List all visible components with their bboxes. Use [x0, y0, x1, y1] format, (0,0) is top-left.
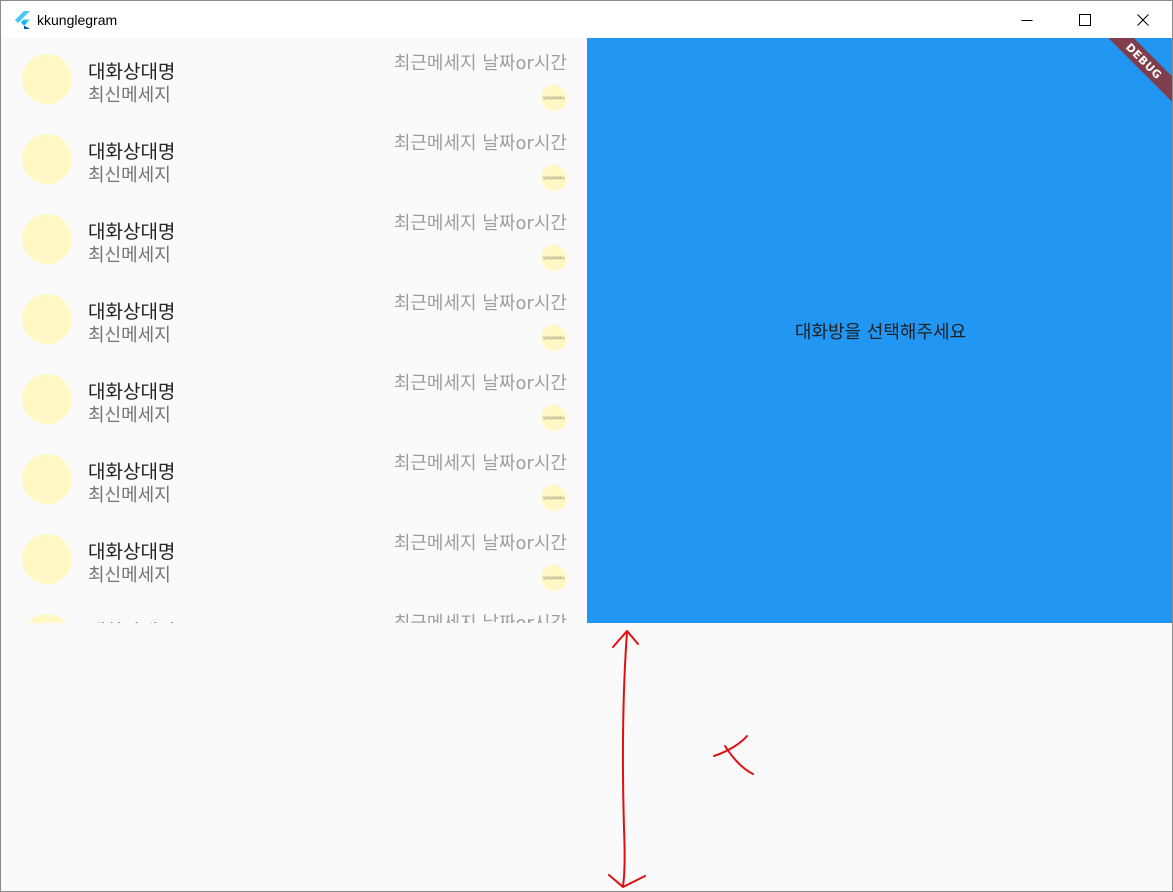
last-message: 최신메세지: [88, 165, 171, 186]
last-message-time: 최근메세지 날짜or시간: [393, 293, 567, 314]
unread-count-badge: 읽지않은메세지수: [541, 245, 567, 271]
window-controls: [998, 1, 1172, 38]
chat-list[interactable]: 대화상대명 최신메세지 최근메세지 날짜or시간 읽지않은메세지수 대화상대명 최신메세지…: [1, 38, 587, 623]
last-message-time: 최근메세지 날짜or시간: [393, 453, 567, 474]
avatar: [22, 614, 72, 623]
minimize-icon: [1021, 19, 1033, 21]
flutter-logo-icon: [15, 10, 30, 29]
unread-count-label: 읽지않은메세지수: [542, 96, 566, 100]
last-message: 최신메세지: [88, 325, 171, 346]
contact-name: 대화상대명: [88, 301, 176, 323]
chat-list-item[interactable]: 대화상대명최신메세지 최근메세지 날짜or시간읽지않은메세지수: [1, 518, 587, 598]
last-message-time: 최근메세지 날짜or시간: [393, 133, 567, 154]
maximize-button[interactable]: [1056, 1, 1114, 38]
avatar: [22, 374, 72, 424]
unread-count-badge: 읽지않은메세지수: [541, 165, 567, 191]
last-message: 최신메세지: [88, 245, 171, 266]
last-message-time: 최근메세지 날짜or시간: [393, 213, 567, 234]
chat-list-item[interactable]: 대화상대명최신메세지 최근메세지 날짜or시간읽지않은메세지수: [1, 438, 587, 518]
unread-count-label: 읽지않은메세지수: [542, 416, 566, 420]
contact-name: 대화상대명: [88, 221, 176, 243]
unread-count-badge: 읽지않은메세지수: [541, 405, 567, 431]
last-message: 최신메세지: [88, 485, 171, 506]
avatar: [22, 134, 72, 184]
avatar: [22, 214, 72, 264]
close-button[interactable]: [1114, 1, 1172, 38]
chat-list-item[interactable]: 대화상대명최신메세지 최근메세지 날짜or시간읽지않은메세지수: [1, 358, 587, 438]
double-arrow-annotation: [622, 631, 628, 887]
unread-count-label: 읽지않은메세지수: [542, 336, 566, 340]
last-message: 최신메세지: [88, 405, 171, 426]
last-message: 최신메세지: [88, 565, 171, 586]
avatar: [22, 454, 72, 504]
x-mark-annotation: [713, 735, 748, 757]
arrow-head-top: [612, 630, 639, 648]
contact-name: 대화상대명: [88, 381, 176, 403]
chat-list-item[interactable]: 대화상대명최신메세지 최근메세지 날짜or시간읽지않은메세지수: [1, 198, 587, 278]
avatar: [22, 294, 72, 344]
unread-count-badge: 읽지않은메세지수: [541, 325, 567, 351]
arrow-head-bottom: [608, 874, 646, 888]
title-bar[interactable]: kkunglegram: [1, 1, 1172, 38]
chat-detail-panel: 대화방을 선택해주세요 DEBUG: [587, 38, 1172, 623]
avatar: [22, 534, 72, 584]
unread-count-label: 읽지않은메세지수: [542, 256, 566, 260]
contact-name: 대화상대명: [88, 61, 176, 83]
last-message-time: 최근메세지 날짜or시간: [394, 609, 567, 623]
chat-list-item[interactable]: 대화상대명최신메세지 최근메세지 날짜or시간읽지않은메세지수: [1, 38, 587, 118]
select-chat-prompt: 대화방을 선택해주세요: [794, 321, 967, 343]
contact-name: 대화상대명: [88, 541, 176, 563]
last-message-time: 최근메세지 날짜or시간: [393, 373, 567, 394]
unread-count-badge: 읽지않은메세지수: [541, 485, 567, 511]
unread-count-badge: 읽지않은메세지수: [541, 565, 567, 591]
contact-name: 대화상대명: [88, 461, 176, 483]
unread-count-badge: 읽지않은메세지수: [541, 85, 567, 111]
close-icon: [1137, 13, 1149, 26]
chat-list-item[interactable]: 대화상대명최신메세지최근메세지 날짜or시간읽지않은메세지수: [1, 598, 587, 623]
unread-count-label: 읽지않은메세지수: [542, 496, 566, 500]
avatar: [22, 54, 72, 104]
debug-banner: DEBUG: [1095, 38, 1172, 110]
last-message: 최신메세지: [88, 85, 171, 106]
last-message-time: 최근메세지 날짜or시간: [393, 53, 567, 74]
contact-name: 대화상대명: [88, 141, 176, 163]
app-body: 대화상대명 최신메세지 최근메세지 날짜or시간 읽지않은메세지수 대화상대명 최신메세지…: [1, 38, 1172, 891]
window-title: kkunglegram: [37, 11, 118, 28]
maximize-icon: [1079, 13, 1091, 26]
chat-list-item[interactable]: 대화상대명최신메세지 최근메세지 날짜or시간읽지않은메세지수: [1, 278, 587, 358]
minimize-button[interactable]: [998, 1, 1056, 38]
last-message-time: 최근메세지 날짜or시간: [393, 533, 567, 554]
contact-name: 대화상대명: [88, 617, 175, 623]
unread-count-label: 읽지않은메세지수: [542, 176, 566, 180]
chat-list-item[interactable]: 대화상대명최신메세지 최근메세지 날짜or시간읽지않은메세지수: [1, 118, 587, 198]
unread-count-label: 읽지않은메세지수: [542, 576, 566, 580]
debug-banner-label: DEBUG: [1123, 40, 1165, 82]
app-window: kkunglegram 대화상대명 최신메세지 최근메세지 날짜or시간 읽지않은메: [0, 0, 1173, 892]
